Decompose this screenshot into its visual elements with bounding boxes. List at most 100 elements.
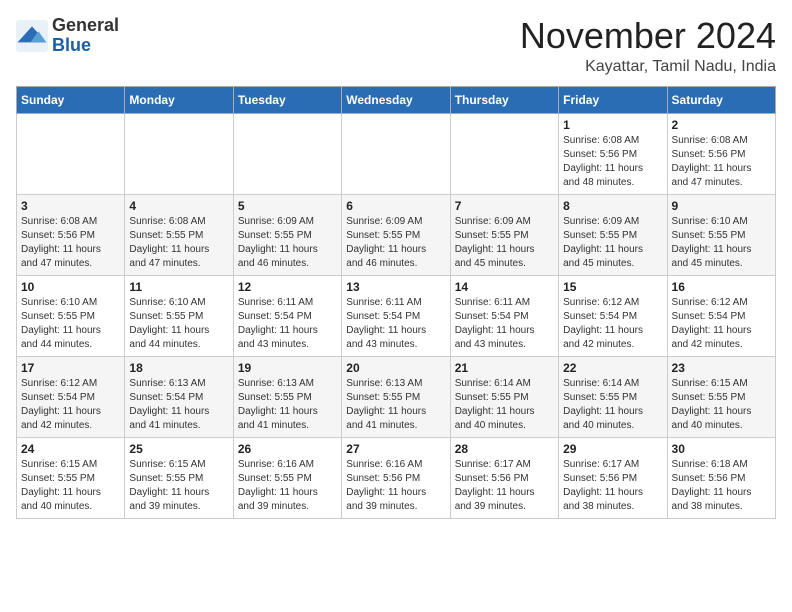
day-number: 27 [346,442,445,456]
calendar-cell: 6 Sunrise: 6:09 AM Sunset: 5:55 PM Daylig… [342,194,450,275]
day-info: Sunrise: 6:08 AM Sunset: 5:56 PM Dayligh… [563,134,662,190]
calendar-cell: 8Sunrise: 6:09 AM Sunset: 5:55 PM Daylig… [559,194,667,275]
day-info: Sunrise: 6:08 AM Sunset: 5:55 PM Dayligh… [129,215,228,271]
day-number: 12 [238,280,337,294]
day-number: 4 [129,199,228,213]
day-info: Sunrise: 6:10 AM Sunset: 5:55 PM Dayligh… [672,215,771,271]
calendar-cell: 22 Sunrise: 6:14 AM Sunset: 5:55 PM Dayli… [559,356,667,437]
weekday-header-monday: Monday [125,86,233,113]
day-number: 9 [672,199,771,213]
calendar-cell: 24 Sunrise: 6:15 AM Sunset: 5:55 PM Dayli… [17,437,125,518]
day-number: 15 [563,280,662,294]
day-number: 5 [238,199,337,213]
calendar-cell: 5 Sunrise: 6:09 AM Sunset: 5:55 PM Daylig… [233,194,341,275]
calendar-cell: 16 Sunrise: 6:12 AM Sunset: 5:54 PM Dayli… [667,275,775,356]
day-info: Sunrise: 6:18 AM Sunset: 5:56 PM Dayligh… [672,458,771,514]
calendar-cell: 18 Sunrise: 6:13 AM Sunset: 5:54 PM Dayli… [125,356,233,437]
day-number: 11 [129,280,228,294]
day-number: 25 [129,442,228,456]
calendar-cell: 25 Sunrise: 6:15 AM Sunset: 5:55 PM Dayli… [125,437,233,518]
day-number: 10 [21,280,120,294]
calendar-header-row: SundayMondayTuesdayWednesdayThursdayFrid… [17,86,776,113]
calendar-cell: 12 Sunrise: 6:11 AM Sunset: 5:54 PM Dayli… [233,275,341,356]
calendar-cell: 20 Sunrise: 6:13 AM Sunset: 5:55 PM Dayli… [342,356,450,437]
day-number: 2 [672,118,771,132]
calendar-cell: 29 Sunrise: 6:17 AM Sunset: 5:56 PM Dayli… [559,437,667,518]
logo-icon [16,20,48,52]
calendar-cell [125,113,233,194]
day-info: Sunrise: 6:09 AM Sunset: 5:55 PM Dayligh… [346,215,445,271]
day-info: Sunrise: 6:14 AM Sunset: 5:55 PM Dayligh… [563,377,662,433]
day-number: 29 [563,442,662,456]
calendar-cell: 14Sunrise: 6:11 AM Sunset: 5:54 PM Dayli… [450,275,558,356]
weekday-header-friday: Friday [559,86,667,113]
month-title: November 2024 [520,16,776,56]
day-number: 18 [129,361,228,375]
day-number: 20 [346,361,445,375]
calendar-week-4: 24 Sunrise: 6:15 AM Sunset: 5:55 PM Dayli… [17,437,776,518]
day-number: 24 [21,442,120,456]
calendar-cell: 4 Sunrise: 6:08 AM Sunset: 5:55 PM Daylig… [125,194,233,275]
page-header: General Blue November 2024 Kayattar, Tam… [16,16,776,76]
day-number: 30 [672,442,771,456]
day-info: Sunrise: 6:10 AM Sunset: 5:55 PM Dayligh… [129,296,228,352]
day-info: Sunrise: 6:12 AM Sunset: 5:54 PM Dayligh… [21,377,120,433]
day-info: Sunrise: 6:15 AM Sunset: 5:55 PM Dayligh… [129,458,228,514]
weekday-header-saturday: Saturday [667,86,775,113]
calendar-week-1: 3 Sunrise: 6:08 AM Sunset: 5:56 PM Daylig… [17,194,776,275]
day-number: 3 [21,199,120,213]
location: Kayattar, Tamil Nadu, India [520,58,776,76]
day-info: Sunrise: 6:08 AM Sunset: 5:56 PM Dayligh… [672,134,771,190]
day-info: Sunrise: 6:13 AM Sunset: 5:54 PM Dayligh… [129,377,228,433]
day-info: Sunrise: 6:17 AM Sunset: 5:56 PM Dayligh… [455,458,554,514]
calendar-week-2: 10 Sunrise: 6:10 AM Sunset: 5:55 PM Dayli… [17,275,776,356]
day-number: 16 [672,280,771,294]
calendar-cell: 30 Sunrise: 6:18 AM Sunset: 5:56 PM Dayli… [667,437,775,518]
day-number: 22 [563,361,662,375]
day-info: Sunrise: 6:10 AM Sunset: 5:55 PM Dayligh… [21,296,120,352]
weekday-header-tuesday: Tuesday [233,86,341,113]
weekday-header-sunday: Sunday [17,86,125,113]
logo-text: General Blue [52,16,119,56]
calendar-cell [450,113,558,194]
day-number: 21 [455,361,554,375]
day-info: Sunrise: 6:15 AM Sunset: 5:55 PM Dayligh… [21,458,120,514]
calendar-cell: 27 Sunrise: 6:16 AM Sunset: 5:56 PM Dayli… [342,437,450,518]
calendar-cell [233,113,341,194]
day-number: 8 [563,199,662,213]
calendar-cell: 3 Sunrise: 6:08 AM Sunset: 5:56 PM Daylig… [17,194,125,275]
day-info: Sunrise: 6:13 AM Sunset: 5:55 PM Dayligh… [346,377,445,433]
day-info: Sunrise: 6:16 AM Sunset: 5:56 PM Dayligh… [346,458,445,514]
day-info: Sunrise: 6:17 AM Sunset: 5:56 PM Dayligh… [563,458,662,514]
day-info: Sunrise: 6:12 AM Sunset: 5:54 PM Dayligh… [563,296,662,352]
day-info: Sunrise: 6:16 AM Sunset: 5:55 PM Dayligh… [238,458,337,514]
day-info: Sunrise: 6:11 AM Sunset: 5:54 PM Dayligh… [238,296,337,352]
calendar-cell: 15 Sunrise: 6:12 AM Sunset: 5:54 PM Dayli… [559,275,667,356]
calendar-week-0: 1 Sunrise: 6:08 AM Sunset: 5:56 PM Daylig… [17,113,776,194]
calendar-cell: 17Sunrise: 6:12 AM Sunset: 5:54 PM Dayli… [17,356,125,437]
calendar-body: 1 Sunrise: 6:08 AM Sunset: 5:56 PM Daylig… [17,113,776,518]
day-info: Sunrise: 6:14 AM Sunset: 5:55 PM Dayligh… [455,377,554,433]
weekday-header-thursday: Thursday [450,86,558,113]
day-number: 6 [346,199,445,213]
day-number: 19 [238,361,337,375]
day-info: Sunrise: 6:09 AM Sunset: 5:55 PM Dayligh… [238,215,337,271]
calendar-cell: 11 Sunrise: 6:10 AM Sunset: 5:55 PM Dayli… [125,275,233,356]
calendar-cell: 9 Sunrise: 6:10 AM Sunset: 5:55 PM Daylig… [667,194,775,275]
calendar-cell: 19 Sunrise: 6:13 AM Sunset: 5:55 PM Dayli… [233,356,341,437]
day-info: Sunrise: 6:15 AM Sunset: 5:55 PM Dayligh… [672,377,771,433]
title-block: November 2024 Kayattar, Tamil Nadu, Indi… [520,16,776,76]
calendar-cell [342,113,450,194]
day-number: 28 [455,442,554,456]
calendar-cell: 23 Sunrise: 6:15 AM Sunset: 5:55 PM Dayli… [667,356,775,437]
day-info: Sunrise: 6:12 AM Sunset: 5:54 PM Dayligh… [672,296,771,352]
day-number: 1 [563,118,662,132]
calendar-cell: 26Sunrise: 6:16 AM Sunset: 5:55 PM Dayli… [233,437,341,518]
day-info: Sunrise: 6:08 AM Sunset: 5:56 PM Dayligh… [21,215,120,271]
calendar-cell: 13Sunrise: 6:11 AM Sunset: 5:54 PM Dayli… [342,275,450,356]
day-info: Sunrise: 6:13 AM Sunset: 5:55 PM Dayligh… [238,377,337,433]
day-number: 7 [455,199,554,213]
day-number: 23 [672,361,771,375]
day-info: Sunrise: 6:11 AM Sunset: 5:54 PM Dayligh… [455,296,554,352]
calendar-week-3: 17Sunrise: 6:12 AM Sunset: 5:54 PM Dayli… [17,356,776,437]
